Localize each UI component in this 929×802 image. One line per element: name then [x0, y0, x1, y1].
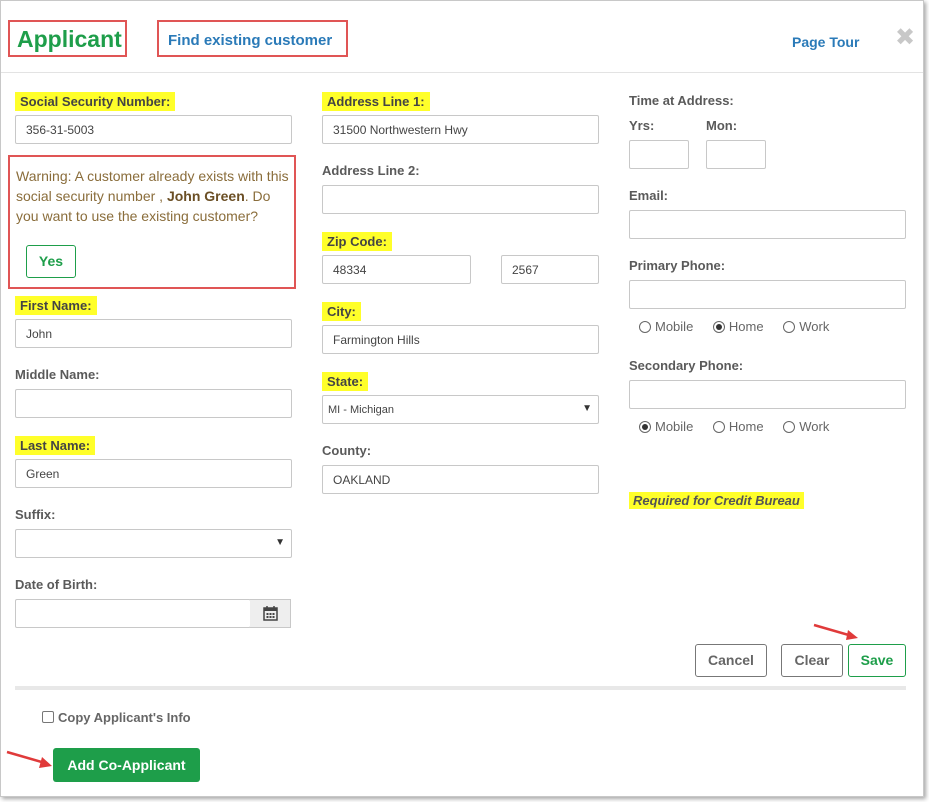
close-icon[interactable]: ✖ — [895, 26, 915, 50]
primary-phone-home-option[interactable]: Home — [712, 319, 764, 334]
section-divider — [15, 686, 906, 690]
first-name-input[interactable] — [15, 319, 292, 348]
existing-customer-warning: Warning: A customer already exists with … — [8, 155, 296, 289]
secondary-phone-home-option[interactable]: Home — [712, 419, 764, 434]
zip-extension-input[interactable] — [501, 255, 599, 284]
secondary-phone-type-group: Mobile Home Work — [639, 419, 845, 434]
email-label: Email: — [629, 188, 669, 203]
radio-icon — [783, 421, 796, 433]
primary-phone-mobile-option[interactable]: Mobile — [639, 319, 693, 334]
yes-button[interactable]: Yes — [26, 245, 76, 278]
last-name-input[interactable] — [15, 459, 292, 488]
months-input[interactable] — [706, 140, 766, 169]
save-button[interactable]: Save — [848, 644, 906, 677]
address2-input[interactable] — [322, 185, 599, 214]
add-co-applicant-button[interactable]: Add Co-Applicant — [53, 748, 200, 782]
applicant-modal: Applicant Find existing customer Page To… — [0, 0, 924, 797]
copy-applicant-info-label: Copy Applicant's Info — [58, 710, 191, 725]
last-name-label: Last Name: — [15, 436, 96, 455]
secondary-phone-mobile-option[interactable]: Mobile — [639, 419, 693, 434]
city-label: City: — [322, 302, 361, 321]
annotation-arrow-icon — [6, 750, 52, 768]
first-name-label: First Name: — [15, 296, 97, 315]
address1-label: Address Line 1: — [322, 92, 430, 111]
radio-icon — [639, 321, 651, 333]
warning-customer-name: John Green — [166, 188, 245, 204]
primary-phone-work-option[interactable]: Work — [783, 319, 829, 334]
email-input[interactable] — [629, 210, 906, 239]
clear-button[interactable]: Clear — [781, 644, 843, 677]
radio-icon — [712, 421, 725, 433]
years-label: Yrs: — [629, 118, 655, 133]
page-title: Applicant — [17, 26, 122, 52]
calendar-button[interactable] — [250, 599, 291, 628]
middle-name-label: Middle Name: — [15, 367, 100, 382]
modal-header: Applicant Find existing customer Page To… — [1, 1, 923, 73]
state-select[interactable]: MI - Michigan ▼ — [322, 395, 599, 424]
cancel-button[interactable]: Cancel — [695, 644, 767, 677]
copy-applicant-info-checkbox[interactable]: Copy Applicant's Info — [42, 710, 191, 725]
city-input[interactable] — [322, 325, 599, 354]
suffix-select[interactable]: ▼ — [15, 529, 292, 558]
chevron-down-icon: ▼ — [582, 403, 592, 414]
zip-input[interactable] — [322, 255, 471, 284]
primary-phone-input[interactable] — [629, 280, 906, 309]
years-input[interactable] — [629, 140, 689, 169]
county-label: County: — [322, 443, 372, 458]
title-highlight-box: Applicant — [8, 20, 127, 57]
state-label: State: — [322, 372, 369, 391]
primary-phone-type-group: Mobile Home Work — [639, 319, 845, 334]
state-value: MI - Michigan — [328, 404, 395, 416]
address2-label: Address Line 2: — [322, 163, 420, 178]
dob-label: Date of Birth: — [15, 577, 98, 592]
radio-selected-icon — [639, 421, 651, 433]
county-input[interactable] — [322, 465, 599, 494]
annotation-arrow-icon — [813, 623, 858, 640]
middle-name-input[interactable] — [15, 389, 292, 418]
secondary-phone-input[interactable] — [629, 380, 906, 409]
secondary-phone-work-option[interactable]: Work — [783, 419, 829, 434]
zip-label: Zip Code: — [322, 232, 392, 251]
radio-icon — [783, 321, 796, 333]
months-label: Mon: — [706, 118, 738, 133]
calendar-icon — [263, 606, 278, 621]
time-at-address-label: Time at Address: — [629, 93, 734, 108]
chevron-down-icon: ▼ — [275, 537, 285, 548]
ssn-input[interactable] — [15, 115, 292, 144]
checkbox-icon — [42, 711, 54, 723]
ssn-label: Social Security Number: — [15, 92, 176, 111]
dob-input[interactable] — [15, 599, 251, 628]
radio-selected-icon — [712, 321, 725, 333]
required-for-credit-bureau-note: Required for Credit Bureau — [629, 492, 804, 509]
address1-input[interactable] — [322, 115, 599, 144]
suffix-label: Suffix: — [15, 507, 56, 522]
page-tour-link[interactable]: Page Tour — [792, 34, 859, 50]
secondary-phone-label: Secondary Phone: — [629, 358, 744, 373]
find-existing-customer-link[interactable]: Find existing customer — [157, 20, 348, 57]
primary-phone-label: Primary Phone: — [629, 258, 726, 273]
